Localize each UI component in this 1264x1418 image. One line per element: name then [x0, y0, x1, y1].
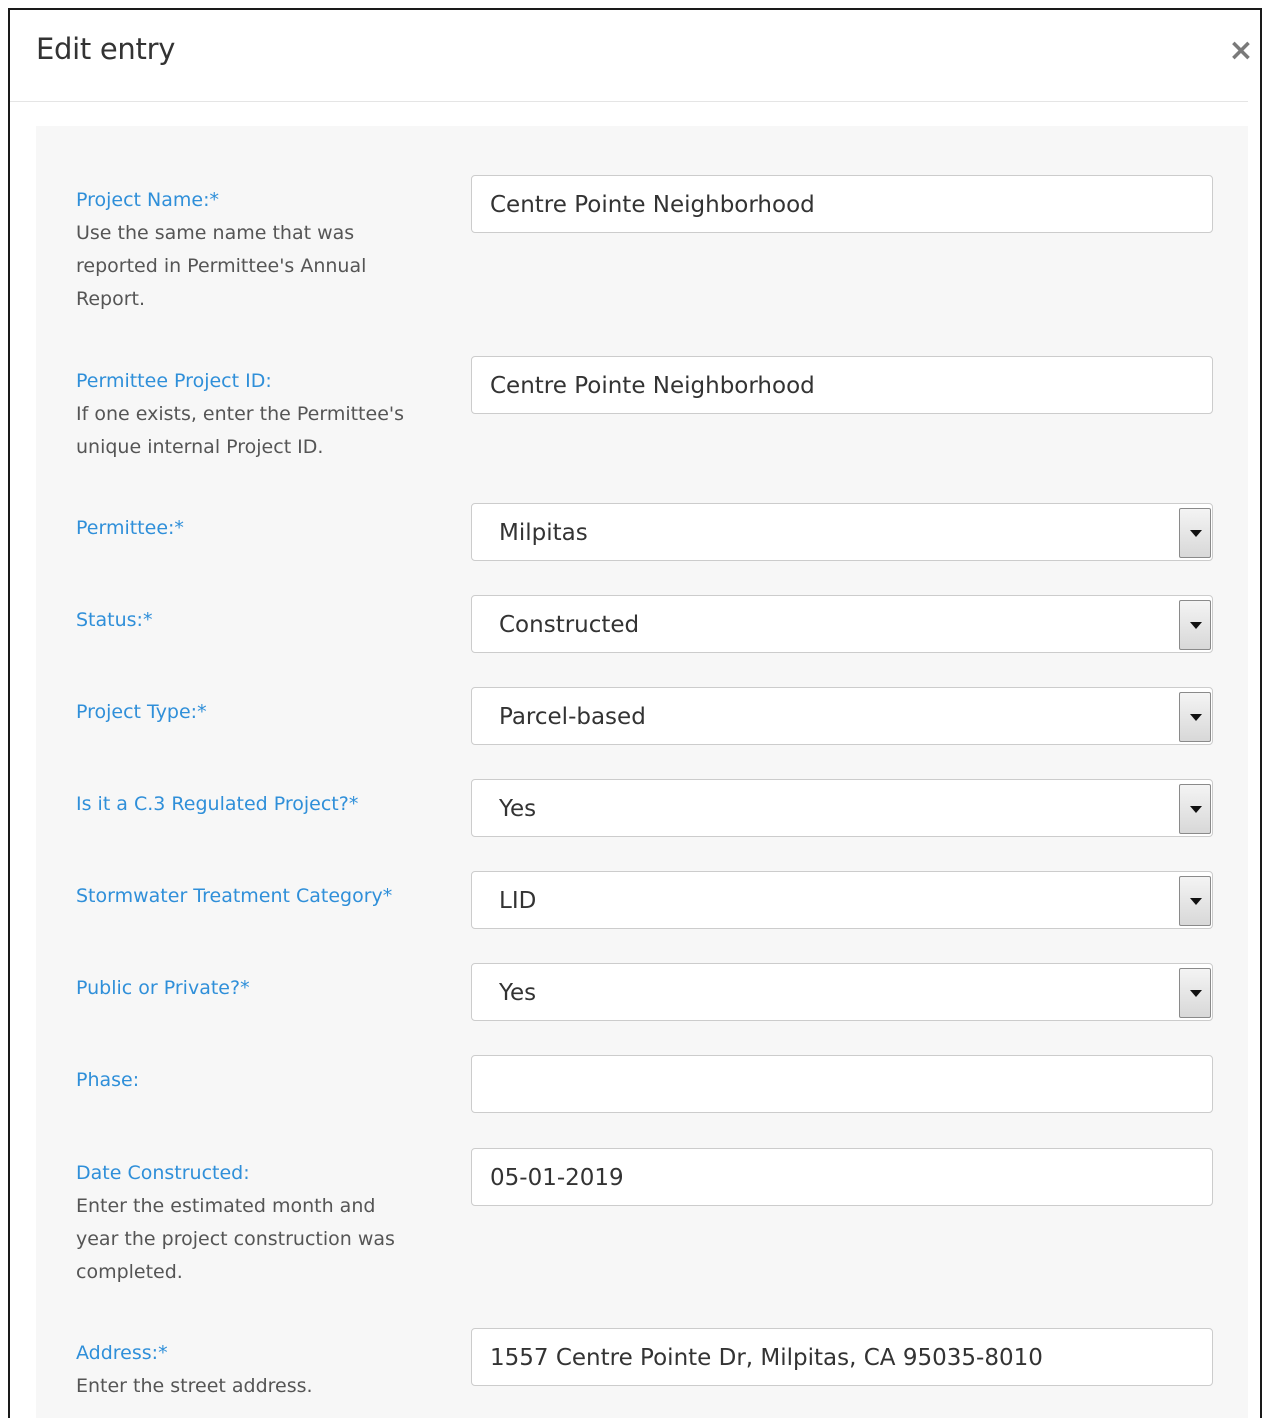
modal-title: Edit entry: [36, 32, 176, 66]
stormwater-category-dropdown-button[interactable]: [1179, 876, 1211, 926]
project-type-select[interactable]: Parcel-based: [471, 687, 1213, 745]
project-name-help-1: Use the same name that was: [76, 222, 355, 244]
chevron-down-icon: [1190, 714, 1202, 721]
address-value: 1557 Centre Pointe Dr, Milpitas, CA 9503…: [490, 1345, 1043, 1371]
status-label: Status:*: [76, 609, 153, 631]
chevron-down-icon: [1190, 990, 1202, 997]
public-private-label: Public or Private?*: [76, 977, 250, 999]
date-constructed-help-1: Enter the estimated month and: [76, 1195, 376, 1217]
status-select[interactable]: Constructed: [471, 595, 1213, 653]
modal-header: Edit entry ×: [10, 10, 1254, 102]
c3-regulated-value: Yes: [499, 796, 537, 822]
close-icon[interactable]: ×: [1226, 34, 1256, 68]
address-input[interactable]: 1557 Centre Pointe Dr, Milpitas, CA 9503…: [471, 1328, 1213, 1386]
chevron-down-icon: [1190, 622, 1202, 629]
c3-regulated-label: Is it a C.3 Regulated Project?*: [76, 793, 359, 815]
phase-input[interactable]: [471, 1055, 1213, 1113]
project-name-input[interactable]: Centre Pointe Neighborhood: [471, 175, 1213, 233]
project-name-value: Centre Pointe Neighborhood: [490, 192, 815, 218]
address-help-1: Enter the street address.: [76, 1375, 313, 1397]
permittee-project-id-help-2: unique internal Project ID.: [76, 436, 324, 458]
project-name-help-3: Report.: [76, 288, 146, 310]
status-value: Constructed: [499, 612, 640, 638]
address-label: Address:*: [76, 1342, 168, 1364]
permittee-value: Milpitas: [499, 520, 588, 546]
chevron-down-icon: [1190, 530, 1202, 537]
permittee-label: Permittee:*: [76, 517, 184, 539]
permittee-project-id-input[interactable]: Centre Pointe Neighborhood: [471, 356, 1213, 414]
c3-regulated-dropdown-button[interactable]: [1179, 784, 1211, 834]
chevron-down-icon: [1190, 898, 1202, 905]
permittee-project-id-help-1: If one exists, enter the Permittee's: [76, 403, 405, 425]
permittee-project-id-value: Centre Pointe Neighborhood: [490, 373, 815, 399]
edit-entry-modal: Edit entry × Project Name:* Use the same…: [8, 8, 1262, 1418]
stormwater-category-value: LID: [499, 888, 537, 914]
public-private-dropdown-button[interactable]: [1179, 968, 1211, 1018]
date-constructed-value: 05-01-2019: [490, 1165, 624, 1191]
public-private-select[interactable]: Yes: [471, 963, 1213, 1021]
permittee-project-id-label: Permittee Project ID:: [76, 370, 272, 392]
entry-form: Project Name:* Use the same name that wa…: [36, 126, 1248, 1418]
project-name-help-2: reported in Permittee's Annual: [76, 255, 367, 277]
stormwater-category-select[interactable]: LID: [471, 871, 1213, 929]
date-constructed-label: Date Constructed:: [76, 1162, 250, 1184]
chevron-down-icon: [1190, 806, 1202, 813]
date-constructed-help-2: year the project construction was: [76, 1228, 395, 1250]
public-private-value: Yes: [499, 980, 537, 1006]
phase-label: Phase:: [76, 1069, 140, 1091]
c3-regulated-select[interactable]: Yes: [471, 779, 1213, 837]
permittee-dropdown-button[interactable]: [1179, 508, 1211, 558]
status-dropdown-button[interactable]: [1179, 600, 1211, 650]
date-constructed-input[interactable]: 05-01-2019: [471, 1148, 1213, 1206]
date-constructed-help-3: completed.: [76, 1261, 183, 1283]
project-type-value: Parcel-based: [499, 704, 646, 730]
project-name-label: Project Name:*: [76, 189, 220, 211]
project-type-dropdown-button[interactable]: [1179, 692, 1211, 742]
permittee-select[interactable]: Milpitas: [471, 503, 1213, 561]
project-type-label: Project Type:*: [76, 701, 207, 723]
stormwater-category-label: Stormwater Treatment Category*: [76, 885, 393, 907]
